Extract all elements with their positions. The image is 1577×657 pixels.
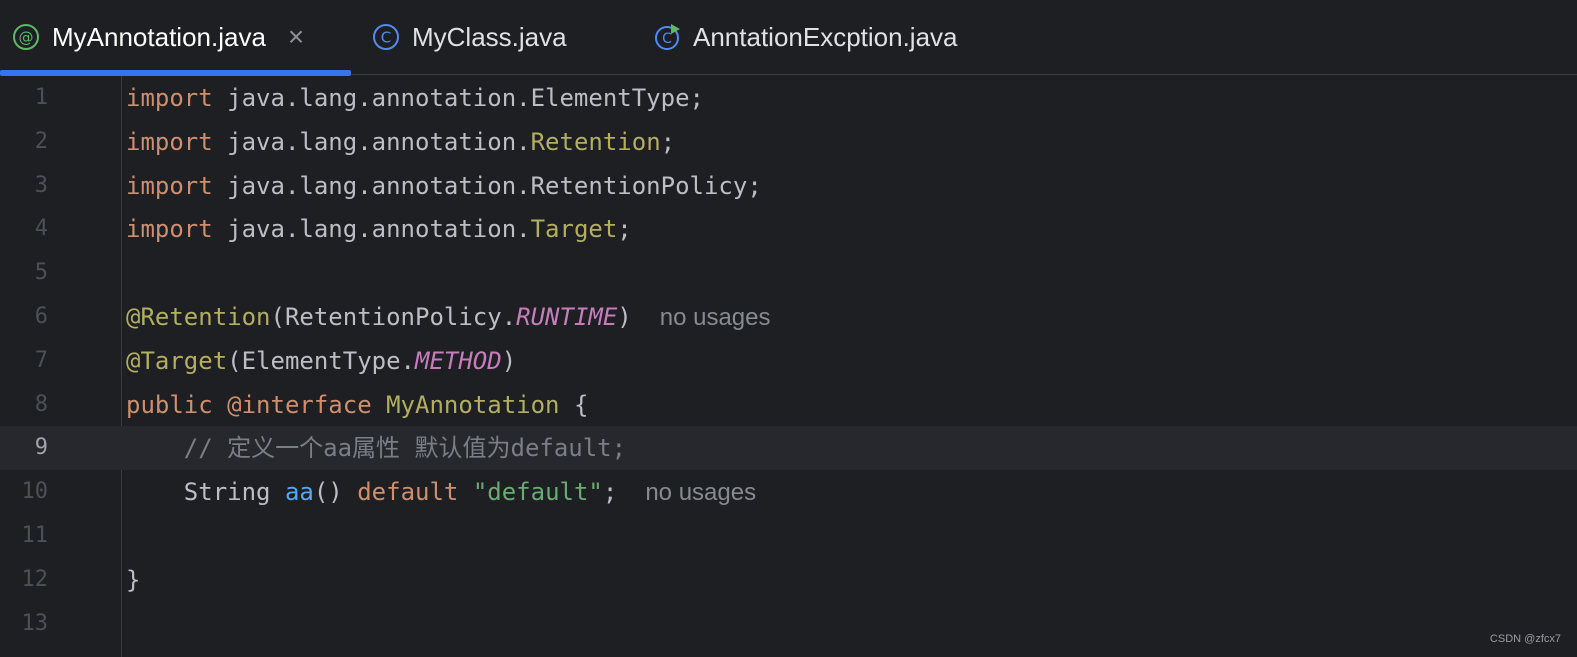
code-token: () — [313, 478, 358, 507]
svg-text:C: C — [381, 29, 391, 47]
code-token: MyAnnotation — [386, 390, 560, 419]
watermark: CSDN @zfcx7 — [1489, 633, 1561, 645]
code-line[interactable]: 7 @Target(ElementType.METHOD) — [0, 339, 1577, 383]
editor-tab-bar: @ MyAnnotation.java × C MyClass.java C A… — [0, 0, 1577, 76]
line-number: 11 — [21, 523, 49, 548]
svg-text:@: @ — [19, 29, 34, 47]
code-token: (RetentionPolicy. — [270, 303, 517, 331]
code-token: default — [357, 478, 459, 507]
code-token: import — [126, 215, 213, 244]
code-token: String — [126, 478, 285, 507]
code-text: @Retention(RetentionPolicy.RUNTIME) no us… — [126, 295, 771, 339]
code-text: import java.lang.annotation.ElementType; — [126, 76, 704, 120]
code-token: java.lang.annotation. — [212, 215, 531, 244]
code-token: ; — [617, 215, 632, 244]
usages-hint[interactable]: no usages — [660, 304, 771, 331]
line-number: 2 — [34, 128, 48, 154]
code-line[interactable]: 5 — [0, 251, 1577, 295]
svg-text:C: C — [662, 31, 672, 47]
class-icon: C — [372, 23, 400, 51]
close-icon[interactable]: × — [288, 23, 304, 51]
code-token: METHOD — [415, 346, 502, 375]
code-token: } — [126, 565, 141, 594]
tab-label: MyAnnotation.java — [52, 21, 266, 52]
code-text: public @interface MyAnnotation { — [126, 383, 588, 427]
line-number: 3 — [34, 172, 48, 198]
line-number: 1 — [34, 85, 48, 110]
code-token: import — [126, 127, 213, 156]
code-token: ; — [602, 478, 618, 507]
line-number: 9 — [34, 435, 48, 461]
code-line[interactable]: 4 import java.lang.annotation.Target; — [0, 207, 1577, 251]
code-token: import — [126, 171, 213, 200]
line-number: 10 — [21, 479, 49, 505]
code-token: { — [559, 390, 589, 419]
code-token: @interface — [227, 390, 372, 419]
code-token: import — [126, 84, 213, 112]
tab-myannotation[interactable]: @ MyAnnotation.java × — [0, 0, 352, 76]
code-token: @Retention — [126, 303, 271, 331]
code-token: java.lang.annotation.RetentionPolicy; — [212, 171, 762, 200]
code-line[interactable]: 9 // 定义一个aa属性 默认值为default; — [0, 426, 1577, 471]
code-text: @Target(ElementType.METHOD) — [126, 339, 516, 383]
code-text: String aa() default "default"; no usages — [126, 470, 756, 514]
line-number: 6 — [34, 304, 48, 329]
code-token: public — [126, 390, 213, 419]
code-token: Target — [530, 215, 618, 244]
runnable-class-icon: C — [653, 23, 681, 51]
code-token: ) — [501, 346, 517, 375]
code-text: } — [126, 558, 140, 602]
code-line[interactable]: 13 — [0, 602, 1577, 646]
line-number: 4 — [34, 216, 48, 242]
tab-myclass[interactable]: C MyClass.java — [372, 0, 632, 74]
code-token: "default" — [472, 478, 603, 507]
code-token: @Target — [126, 346, 228, 375]
code-token: ; — [660, 127, 676, 156]
code-token: ) — [617, 303, 632, 331]
tab-label: MyClass.java — [412, 21, 567, 52]
code-line[interactable]: 10 String aa() default "default"; no usag… — [0, 470, 1577, 514]
code-line[interactable]: 6 @Retention(RetentionPolicy.RUNTIME) no u… — [0, 295, 1577, 339]
code-line[interactable]: 3 import java.lang.annotation.RetentionPo… — [0, 164, 1577, 208]
tab-label: AnntationExcption.java — [693, 21, 958, 52]
code-text: import java.lang.annotation.Target; — [126, 207, 632, 251]
code-token: // 定义一个aa属性 默认值为default; — [126, 434, 627, 463]
line-number: 8 — [34, 391, 48, 417]
code-line[interactable]: 8 public @interface MyAnnotation { — [0, 383, 1577, 427]
tab-anntationexcption[interactable]: C AnntationExcption.java — [653, 0, 1013, 74]
code-token: (ElementType. — [227, 346, 415, 375]
line-number: 13 — [21, 610, 49, 636]
annotation-icon: @ — [12, 23, 40, 51]
code-line[interactable]: 1 import java.lang.annotation.ElementType… — [0, 76, 1577, 120]
usages-hint[interactable]: no usages — [645, 479, 756, 506]
code-text: // 定义一个aa属性 默认值为default; — [126, 426, 626, 470]
code-line[interactable]: 2 import java.lang.annotation.Retention; — [0, 120, 1577, 164]
line-number: 12 — [21, 566, 49, 592]
code-text: import java.lang.annotation.RetentionPol… — [126, 164, 762, 208]
line-number: 7 — [34, 347, 48, 373]
code-token: RUNTIME — [516, 303, 618, 331]
code-token: Retention — [530, 127, 661, 156]
code-token: aa — [284, 478, 314, 507]
code-line[interactable]: 11 — [0, 514, 1577, 558]
code-token: java.lang.annotation.ElementType; — [212, 84, 704, 112]
line-number: 5 — [34, 260, 48, 286]
code-line[interactable]: 12} — [0, 558, 1577, 602]
code-editor[interactable]: 1 import java.lang.annotation.ElementType… — [0, 76, 1577, 657]
code-text: import java.lang.annotation.Retention; — [126, 120, 675, 164]
code-token: java.lang.annotation. — [212, 127, 531, 156]
